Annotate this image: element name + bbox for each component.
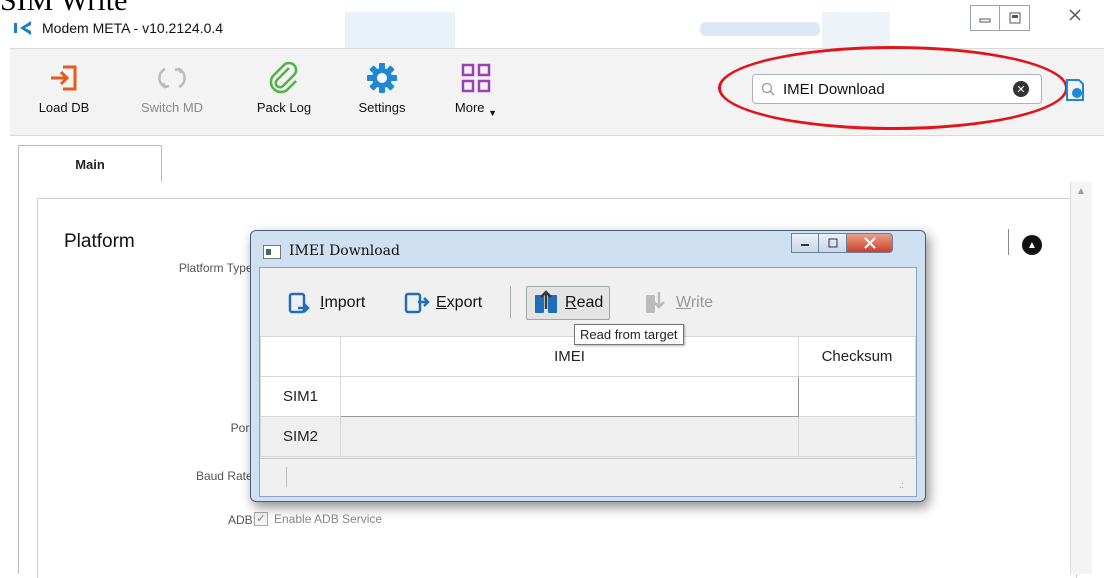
- blurred-region: [345, 12, 455, 48]
- vertical-scrollbar[interactable]: ▲: [1070, 182, 1092, 574]
- sim1-checksum-cell: [798, 376, 916, 417]
- paperclip-icon: [269, 62, 298, 94]
- info-panel-icon[interactable]: [1064, 78, 1086, 102]
- minimize-icon: [979, 18, 991, 23]
- minimize-icon: [801, 244, 809, 246]
- import-label: Import: [320, 294, 366, 311]
- more-button[interactable]: More ▼: [436, 61, 516, 118]
- section-title: Platform: [64, 231, 135, 252]
- maximize-button[interactable]: [1000, 5, 1030, 31]
- dialog-title: IMEI Download: [289, 243, 400, 259]
- blurred-region: [700, 22, 820, 36]
- pack-log-button[interactable]: Pack Log: [244, 61, 324, 115]
- column-header-imei: IMEI: [340, 336, 799, 377]
- dialog-app-icon: [263, 245, 281, 259]
- table-row: SIM1: [260, 376, 916, 417]
- column-header: [260, 336, 341, 377]
- imei-download-dialog: IMEI Download Import Export Read Write R…: [250, 230, 926, 502]
- window-title: Modem META - v10.2124.0.4: [42, 20, 224, 36]
- export-button[interactable]: Export: [398, 286, 488, 320]
- tab-main[interactable]: Main: [18, 145, 162, 183]
- column-header-checksum: Checksum: [798, 336, 916, 377]
- switch-md-button[interactable]: Switch MD: [132, 61, 212, 115]
- dialog-window-controls: [791, 233, 893, 253]
- highlight-annotation: [718, 46, 1068, 130]
- imei-table: IMEI Checksum SIM1 SIM2: [260, 336, 916, 457]
- read-label: Read: [565, 294, 604, 311]
- read-icon: [535, 290, 557, 313]
- dialog-body: Import Export Read Write Read from targe…: [259, 267, 917, 497]
- settings-button[interactable]: Settings: [342, 61, 422, 115]
- adb-option-label: Enable ADB Service: [274, 512, 383, 526]
- overlay-text: SIM Write: [0, 0, 128, 17]
- import-button[interactable]: Import: [282, 286, 371, 320]
- dialog-status-bar: .:: [260, 458, 916, 496]
- load-db-button[interactable]: Load DB: [24, 61, 104, 115]
- sim1-imei-input[interactable]: [340, 376, 799, 417]
- row-header-sim1: SIM1: [260, 376, 341, 417]
- blurred-region: [822, 12, 890, 48]
- close-icon: [1069, 9, 1081, 21]
- maximize-icon: [828, 238, 837, 248]
- scroll-up-icon[interactable]: ▲: [1076, 186, 1086, 197]
- divider: [1008, 229, 1009, 255]
- dialog-minimize-button[interactable]: [791, 233, 819, 253]
- resize-grip-icon[interactable]: .:: [899, 480, 904, 490]
- more-label: More: [454, 100, 485, 115]
- tab-bar: Main: [18, 145, 1088, 183]
- dialog-maximize-button[interactable]: [819, 233, 847, 253]
- close-icon: [863, 237, 876, 249]
- adb-label: ADB:: [227, 513, 256, 527]
- port-label: Port:: [230, 421, 256, 435]
- dialog-close-button[interactable]: [847, 233, 893, 253]
- load-db-icon: [51, 65, 77, 91]
- grid-icon: [461, 63, 491, 93]
- sim2-imei-input[interactable]: [340, 416, 799, 457]
- read-tooltip: Read from target: [574, 324, 684, 345]
- row-header-sim2: SIM2: [260, 416, 341, 457]
- gear-icon: [367, 63, 397, 93]
- baud-rate-label: Baud Rate:: [195, 469, 256, 483]
- adb-checkbox[interactable]: ✓: [254, 512, 268, 526]
- write-icon: [646, 292, 665, 313]
- app-logo-icon: [14, 21, 31, 35]
- table-row: SIM2: [260, 416, 916, 457]
- toolbar-separator: [510, 286, 511, 318]
- read-button[interactable]: Read: [526, 286, 611, 320]
- sim2-checksum-cell: [798, 416, 916, 457]
- write-label: Write: [676, 294, 714, 311]
- caret-down-icon: ▼: [488, 108, 498, 118]
- close-button[interactable]: [1062, 8, 1088, 32]
- minimize-button[interactable]: [970, 5, 1000, 31]
- collapse-icon[interactable]: ▲: [1022, 235, 1042, 255]
- platform-type-label: Platform Type:: [178, 261, 256, 275]
- window-controls: [970, 5, 1050, 35]
- export-label: Export: [436, 294, 483, 311]
- dialog-toolbar: Import Export Read Write Read from targe…: [260, 268, 916, 345]
- maximize-icon: [1009, 12, 1020, 24]
- status-separator: [286, 467, 287, 487]
- export-icon: [404, 292, 430, 314]
- switch-md-icon: [158, 67, 186, 89]
- import-icon: [288, 292, 310, 314]
- write-button[interactable]: Write: [638, 286, 719, 320]
